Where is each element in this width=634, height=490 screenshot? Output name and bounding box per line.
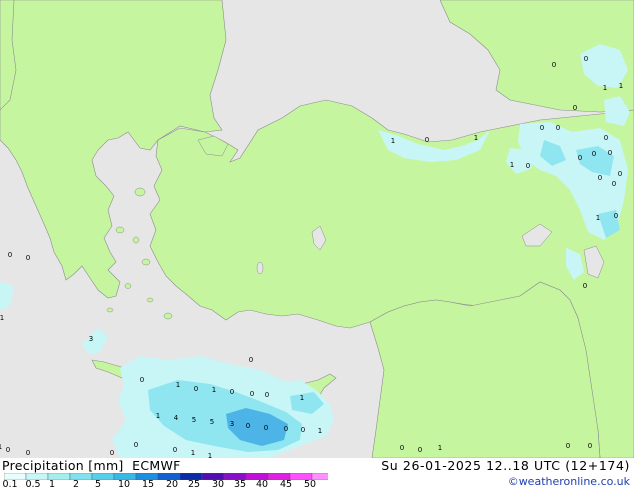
value-label: 0 xyxy=(26,449,30,457)
scale-ticks: 0.1 0.5 1 2 5 10 15 20 25 30 35 40 45 50 xyxy=(0,479,340,490)
valid-time: Su 26-01-2025 12..18 UTC (12+174) xyxy=(381,458,630,473)
value-label: 4 xyxy=(174,414,179,422)
scale-tick-label: 20 xyxy=(165,479,179,490)
value-label: 0 xyxy=(246,422,250,430)
value-label: 1 xyxy=(0,314,4,322)
value-label: 0 xyxy=(540,124,544,132)
value-label: 0 xyxy=(526,162,530,170)
value-label: 0 xyxy=(264,424,268,432)
product-title: Precipitation [mm] ECMWF xyxy=(2,458,181,473)
value-label: 0 xyxy=(584,55,588,63)
precipitation-map[interactable]: 1010011001000001000013010100001145530000… xyxy=(0,0,634,458)
map-canvas: 1 0 1001 10 01 00 0 001 000 01301 0 1 000 0 11 4 5 5 3 0 0 0 0… xyxy=(0,0,634,458)
value-label: 1 xyxy=(438,444,442,452)
forecast-map-panel: 1010011001000001000013010100001145530000… xyxy=(0,0,634,490)
scale-tick-label: 50 xyxy=(303,479,317,490)
value-label: 0 xyxy=(134,441,138,449)
value-label: 0 xyxy=(110,449,114,457)
value-label: 0 xyxy=(573,104,577,112)
value-label: 0 xyxy=(566,442,570,450)
value-label: 0 xyxy=(249,356,253,364)
value-label: 0 xyxy=(284,425,288,433)
value-label: 1 xyxy=(176,381,180,389)
value-label: 0 xyxy=(26,254,30,262)
scale-tick-label: 40 xyxy=(255,479,269,490)
scale-tick-label: 45 xyxy=(279,479,293,490)
value-label: 1 xyxy=(596,214,600,222)
value-label: 0 xyxy=(400,444,404,452)
value-label: 1 xyxy=(603,84,607,92)
value-label: 0 xyxy=(604,134,608,142)
scale-tick-label: 35 xyxy=(233,479,247,490)
value-label: 5 xyxy=(210,418,214,426)
legend-bar: Precipitation [mm] ECMWF Su 26-01-2025 1… xyxy=(0,458,634,490)
scale-tick-label: 15 xyxy=(141,479,155,490)
scale-tick-label: 10 xyxy=(117,479,131,490)
value-label: 0 xyxy=(173,446,177,454)
value-label: 0 xyxy=(194,385,198,393)
value-label: 0 xyxy=(614,212,618,220)
value-label: 0 xyxy=(612,180,616,188)
value-label: 1 xyxy=(391,137,395,145)
value-label: 0 xyxy=(592,150,596,158)
scale-tick-label: 25 xyxy=(187,479,201,490)
value-label: 1 xyxy=(0,443,2,451)
value-label: 0 xyxy=(265,391,269,399)
value-label: 3 xyxy=(230,420,234,428)
scale-tick-label: 5 xyxy=(94,479,102,490)
value-label: 0 xyxy=(583,282,587,290)
value-label: 1 xyxy=(156,412,160,420)
value-label: 0 xyxy=(140,376,144,384)
value-label: 1 xyxy=(212,386,216,394)
scale-tick-label: 30 xyxy=(211,479,225,490)
scale-tick-label: 1 xyxy=(48,479,56,490)
value-label: 0 xyxy=(618,170,622,178)
value-label: 0 xyxy=(578,154,582,162)
credit-link[interactable]: ©weatheronline.co.uk xyxy=(508,475,630,488)
value-label: 1 xyxy=(474,134,478,142)
value-label: 1 xyxy=(191,449,195,457)
title-text: Precipitation [mm] xyxy=(2,458,124,473)
value-label: 0 xyxy=(425,136,429,144)
value-label: 1 xyxy=(300,394,304,402)
value-label: 1 xyxy=(619,82,623,90)
scale-tick-label: 0.5 xyxy=(25,479,41,490)
value-label: 0 xyxy=(588,442,592,450)
value-label: 0 xyxy=(552,61,556,69)
value-label: 0 xyxy=(230,388,234,396)
value-label: 0 xyxy=(556,124,560,132)
scale-tick-label: 2 xyxy=(72,479,80,490)
value-label: 1 xyxy=(510,161,514,169)
value-label: 0 xyxy=(6,446,10,454)
value-label: 0 xyxy=(301,426,305,434)
value-label: 0 xyxy=(250,390,254,398)
value-label: 0 xyxy=(608,149,612,157)
value-label: 0 xyxy=(418,446,422,454)
model-name: ECMWF xyxy=(132,458,181,473)
value-label: 0 xyxy=(598,174,602,182)
value-label: 0 xyxy=(8,251,12,259)
value-label: 1 xyxy=(318,427,322,435)
value-label: 5 xyxy=(192,416,196,424)
value-label: 3 xyxy=(89,335,93,343)
land-levant xyxy=(369,281,601,458)
scale-tick-label: 0.1 xyxy=(2,479,18,490)
